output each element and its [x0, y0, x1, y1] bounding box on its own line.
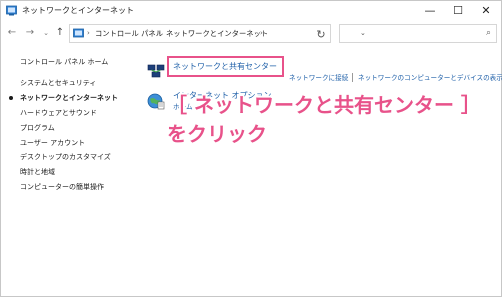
internet-options-icon	[147, 93, 165, 110]
active-indicator	[9, 96, 13, 100]
title-bar: ネットワークとインターネット — ☐ ✕	[1, 1, 501, 21]
refresh-button[interactable]: ↻	[313, 27, 329, 43]
up-button[interactable]: ↑	[53, 26, 67, 40]
sidebar-item-hardware-sound[interactable]: ハードウェアとサウンド	[20, 108, 97, 118]
control-panel-window: ネットワークとインターネット — ☐ ✕ ← → ⌄ ↑ › コントロール パネ…	[0, 0, 502, 297]
link-divider	[352, 73, 353, 82]
network-icon	[147, 64, 165, 78]
annotation-line-2: をクリック	[167, 122, 267, 146]
sidebar-item-clock-region[interactable]: 時計と地域	[20, 167, 55, 177]
breadcrumb-separator: ›	[87, 29, 90, 37]
recent-locations-button[interactable]: ⌄	[39, 26, 53, 40]
sidebar-item-desktop-customization[interactable]: デスクトップのカスタマイズ	[20, 152, 111, 162]
breadcrumb-network-internet[interactable]: ネットワークとインターネット	[166, 28, 268, 39]
connect-to-network-link[interactable]: ネットワークに接続	[289, 73, 348, 83]
breadcrumb-control-panel[interactable]: コントロール パネル	[95, 28, 163, 39]
sidebar-item-system-security[interactable]: システムとセキュリティ	[20, 78, 96, 88]
network-sharing-center-link[interactable]: ネットワークと共有センター	[173, 61, 277, 72]
sidebar-item-user-accounts[interactable]: ユーザー アカウント	[20, 138, 85, 148]
navigation-bar: ← → ⌄ ↑ › コントロール パネル › ネットワークとインターネット › …	[1, 21, 501, 47]
forward-button[interactable]: →	[23, 26, 37, 40]
minimize-button[interactable]: —	[416, 1, 444, 21]
annotation-line-1: ［ ネットワークと共有センター ］	[167, 93, 481, 117]
maximize-button[interactable]: ☐	[444, 1, 472, 21]
sidebar-item-network-internet[interactable]: ネットワークとインターネット	[20, 93, 118, 103]
address-bar[interactable]: › コントロール パネル › ネットワークとインターネット › ⌄	[69, 24, 366, 43]
breadcrumb-separator[interactable]: ›	[158, 28, 161, 39]
control-panel-icon	[6, 5, 17, 16]
search-icon: ⌕	[485, 28, 491, 38]
sidebar: コントロール パネル ホーム システムとセキュリティ ネットワークとインターネッ…	[1, 51, 136, 291]
sidebar-item-programs[interactable]: プログラム	[20, 123, 55, 133]
breadcrumb-separator[interactable]: ›	[260, 28, 263, 39]
close-button[interactable]: ✕	[472, 1, 500, 21]
window-title: ネットワークとインターネット	[22, 6, 134, 15]
sidebar-home-link[interactable]: コントロール パネル ホーム	[20, 57, 108, 67]
search-input[interactable]: ⌕	[339, 24, 497, 43]
control-panel-icon	[73, 28, 84, 38]
back-button[interactable]: ←	[5, 26, 19, 40]
sidebar-item-ease-of-access[interactable]: コンピューターの簡単操作	[20, 182, 104, 192]
view-network-computers-link[interactable]: ネットワークのコンピューターとデバイスの表示	[358, 73, 502, 83]
